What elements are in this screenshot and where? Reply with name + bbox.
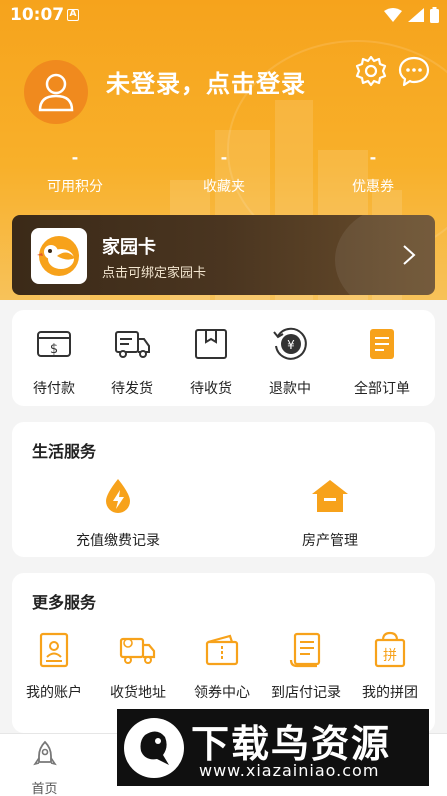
notification-icon: A [67,9,79,21]
package-box-icon [195,329,227,359]
watermark-url: www.xiazainiao.com [199,761,380,780]
battery-icon [430,7,439,23]
watermark-overlay: 下载鸟资源 www.xiazainiao.com [117,709,429,786]
svg-text:$: $ [50,342,58,357]
order-label: 待收货 [190,381,232,397]
svg-text:¥: ¥ [287,338,295,352]
stat-points-label: 可用积分 [47,179,103,195]
service-label: 充值缴费记录 [76,533,160,549]
recharge-drop-icon [106,479,130,513]
more-my-account[interactable]: 我的账户 [12,630,96,702]
more-services-title: 更多服务 [32,593,97,612]
rocket-home-icon [32,740,57,766]
login-prompt[interactable]: 未登录，点击登录 [106,64,306,99]
orders-panel: $ 待付款 待发货 待收货 ¥ 退款中 全部订单 [12,310,435,406]
service-recharge-records[interactable]: 充值缴费记录 [58,476,178,550]
bird-watermark-icon [124,718,184,778]
chevron-right-icon [403,245,416,265]
tab-home-label: 首页 [31,782,58,796]
order-label: 退款中 [269,381,311,397]
more-label: 领券中心 [194,685,250,701]
order-list-icon [370,329,394,359]
wallet-icon: $ [37,331,71,357]
stat-coupons-label: 优惠券 [352,179,394,195]
more-group-buy[interactable]: 拼 我的拼团 [348,630,432,702]
service-property-management[interactable]: 房产管理 [270,476,390,550]
home-card-title: 家园卡 [102,237,156,258]
svg-text:拼: 拼 [383,648,397,664]
delivery-truck-icon [115,331,150,358]
stat-points-value: - [71,148,79,167]
receipt-scroll-icon [289,632,321,668]
order-refunding[interactable]: ¥ 退款中 [248,324,332,398]
wifi-icon [384,8,402,22]
order-pending-receipt[interactable]: 待收货 [169,324,253,398]
house-icon [312,480,348,512]
settings-gear-icon[interactable] [355,55,387,87]
life-services-panel: 生活服务 充值缴费记录 房产管理 [12,422,435,557]
message-bubble-icon[interactable] [398,55,430,87]
signal-icon [408,8,424,22]
order-label: 待付款 [33,381,75,397]
home-card-subtitle: 点击可绑定家园卡 [102,266,207,281]
more-store-payment-records[interactable]: 到店付记录 [264,630,348,702]
order-label: 待发货 [111,381,153,397]
stat-coupons[interactable]: - 优惠券 [313,148,433,196]
stat-coupons-value: - [369,148,377,167]
stat-favorites[interactable]: - 收藏夹 [164,148,284,196]
more-label: 收货地址 [110,685,166,701]
status-icons [384,7,439,23]
user-icon [38,73,74,112]
shipping-truck-icon [119,637,156,664]
order-label: 全部订单 [354,381,410,397]
watermark-title: 下载鸟资源 [191,722,392,766]
stat-favorites-value: - [220,148,228,167]
status-time: 10:07 [10,5,65,25]
more-coupon-center[interactable]: 领券中心 [180,630,264,702]
group-buy-bag-icon: 拼 [374,631,406,668]
tab-home[interactable]: 首页 [0,740,89,796]
more-label: 我的拼团 [362,685,418,701]
bird-logo-icon [31,228,87,284]
stat-favorites-label: 收藏夹 [203,179,245,195]
service-label: 房产管理 [302,533,358,549]
account-icon [39,632,69,668]
more-label: 我的账户 [26,685,82,701]
stat-points[interactable]: - 可用积分 [15,148,135,196]
order-pending-shipment[interactable]: 待发货 [90,324,174,398]
more-shipping-address[interactable]: 收货地址 [96,630,180,702]
coupon-wallet-icon [205,634,239,666]
avatar[interactable] [24,60,88,124]
order-pending-payment[interactable]: $ 待付款 [12,324,96,398]
order-all[interactable]: 全部订单 [340,324,424,398]
status-bar: 10:07 A [0,0,447,32]
home-card-banner[interactable]: 家园卡 点击可绑定家园卡 [12,215,435,295]
more-label: 到店付记录 [271,685,341,701]
refund-yuan-icon: ¥ [273,327,307,360]
life-services-title: 生活服务 [32,442,97,461]
